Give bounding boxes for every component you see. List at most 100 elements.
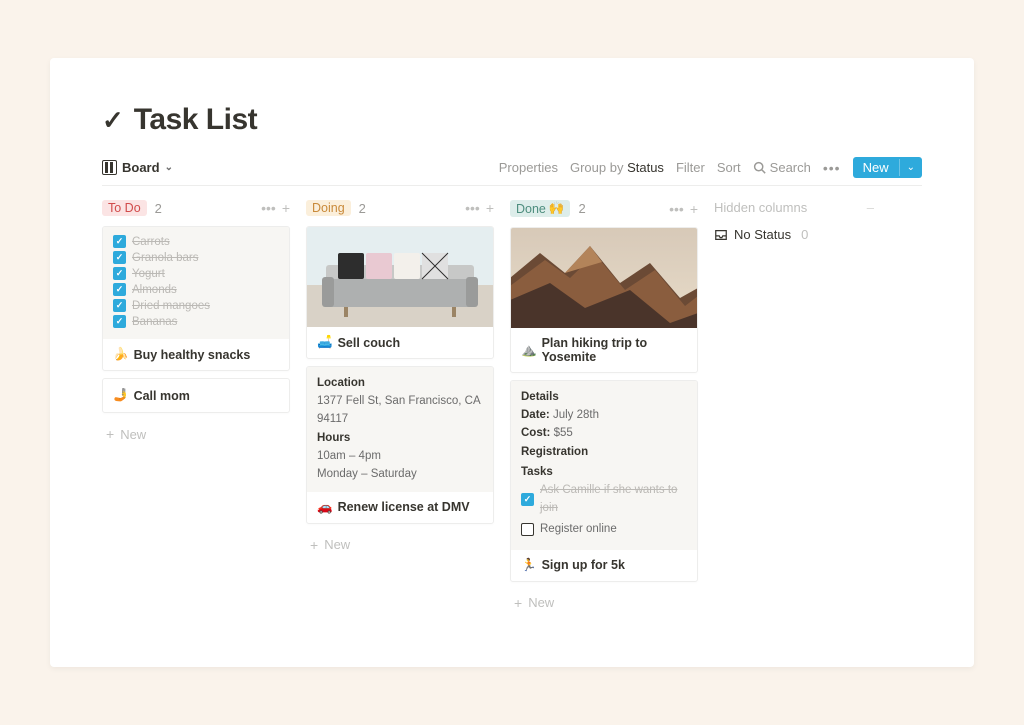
no-status-label: No Status bbox=[734, 227, 791, 242]
detail-label: Registration bbox=[521, 444, 687, 462]
card[interactable]: 🛋️ Sell couch bbox=[306, 226, 494, 359]
board-columns: To Do 2 ••• + Carrots Granola bars Yogur… bbox=[102, 198, 922, 617]
card-emoji: ⛰️ bbox=[521, 343, 537, 358]
group-by-prefix: Group by bbox=[570, 160, 627, 175]
column-header: Doing 2 ••• + bbox=[306, 198, 494, 226]
detail-label: Hours bbox=[317, 430, 483, 448]
app-window: ✓ Task List Board ⌄ Properties Group by … bbox=[50, 58, 974, 667]
detail-text: 1377 Fell St, San Francisco, CA 94117 bbox=[317, 393, 483, 429]
list-item: Almonds bbox=[113, 283, 279, 296]
card-title-row: 🍌 Buy healthy snacks bbox=[103, 339, 289, 370]
card[interactable]: 🤳 Call mom bbox=[102, 378, 290, 413]
search-label: Search bbox=[770, 160, 811, 175]
column-add-button[interactable]: + bbox=[486, 200, 494, 216]
search-icon bbox=[753, 161, 766, 174]
card[interactable]: Details Date: July 28th Cost: $55 Regist… bbox=[510, 380, 698, 582]
new-button[interactable]: New ⌄ bbox=[853, 157, 922, 178]
view-label: Board bbox=[122, 160, 160, 175]
column-count: 2 bbox=[155, 201, 162, 216]
card-emoji: 🛋️ bbox=[317, 335, 333, 350]
hidden-columns-header: Hidden columns – bbox=[714, 198, 874, 227]
card[interactable]: ⛰️ Plan hiking trip to Yosemite bbox=[510, 227, 698, 373]
no-status-group[interactable]: No Status 0 bbox=[714, 227, 874, 242]
hidden-columns: Hidden columns – No Status 0 bbox=[714, 198, 874, 242]
column-tag[interactable]: Doing bbox=[306, 200, 351, 216]
detail-label: Location bbox=[317, 375, 483, 393]
card-title-row: 🤳 Call mom bbox=[103, 379, 289, 412]
column-count: 2 bbox=[359, 201, 366, 216]
list-item: Register online bbox=[521, 521, 687, 539]
chevron-down-icon[interactable]: ⌄ bbox=[899, 159, 922, 176]
card-preview: Details Date: July 28th Cost: $55 Regist… bbox=[511, 381, 697, 550]
card-title-row: 🏃 Sign up for 5k bbox=[511, 550, 697, 581]
chevron-down-icon: ⌄ bbox=[165, 162, 173, 173]
detail-key: Cost: bbox=[521, 427, 550, 439]
column-header: Done 🙌 2 ••• + bbox=[510, 198, 698, 227]
card-title-row: ⛰️ Plan hiking trip to Yosemite bbox=[511, 328, 697, 372]
checkbox-checked-icon bbox=[113, 267, 126, 280]
column-tag[interactable]: To Do bbox=[102, 200, 147, 216]
column-name: Done bbox=[516, 202, 546, 216]
view-selector[interactable]: Board ⌄ bbox=[102, 160, 173, 175]
checkbox-empty-icon bbox=[521, 523, 534, 536]
new-button-label: New bbox=[853, 157, 899, 178]
detail-val: $55 bbox=[554, 427, 573, 439]
detail-text: Date: July 28th bbox=[521, 407, 687, 425]
add-card-label: New bbox=[324, 537, 350, 552]
card[interactable]: Carrots Granola bars Yogurt Almonds Drie… bbox=[102, 226, 290, 371]
checklist-text: Yogurt bbox=[132, 268, 165, 280]
card-title: Buy healthy snacks bbox=[134, 348, 251, 362]
inbox-icon bbox=[714, 228, 728, 242]
list-item: Dried mangoes bbox=[113, 299, 279, 312]
column-tag[interactable]: Done 🙌 bbox=[510, 200, 570, 217]
checklist-text: Bananas bbox=[132, 316, 177, 328]
add-card-label: New bbox=[120, 427, 146, 442]
add-card-button[interactable]: + New bbox=[510, 589, 698, 617]
column-todo: To Do 2 ••• + Carrots Granola bars Yogur… bbox=[102, 198, 290, 448]
checkbox-checked-icon bbox=[113, 283, 126, 296]
group-by-button[interactable]: Group by Status bbox=[570, 160, 664, 175]
add-card-button[interactable]: + New bbox=[102, 420, 290, 448]
add-card-button[interactable]: + New bbox=[306, 531, 494, 559]
page-icon: ✓ bbox=[102, 105, 124, 136]
card-cover-image bbox=[511, 228, 697, 328]
card-emoji: 🤳 bbox=[113, 388, 129, 403]
properties-button[interactable]: Properties bbox=[499, 160, 558, 175]
checklist-text: Carrots bbox=[132, 236, 170, 248]
detail-val: July 28th bbox=[553, 409, 599, 421]
plus-icon: + bbox=[106, 426, 114, 442]
column-add-button[interactable]: + bbox=[690, 201, 698, 217]
column-add-button[interactable]: + bbox=[282, 200, 290, 216]
group-by-value: Status bbox=[627, 160, 664, 175]
card-title: Call mom bbox=[134, 389, 190, 403]
sort-button[interactable]: Sort bbox=[717, 160, 741, 175]
detail-text: Cost: $55 bbox=[521, 425, 687, 443]
search-button[interactable]: Search bbox=[753, 160, 811, 175]
column-more-button[interactable]: ••• bbox=[669, 201, 684, 217]
list-item: Granola bars bbox=[113, 251, 279, 264]
card-emoji: 🚗 bbox=[317, 500, 333, 515]
card-title: Sell couch bbox=[338, 336, 401, 350]
card-preview: Location 1377 Fell St, San Francisco, CA… bbox=[307, 367, 493, 492]
add-card-label: New bbox=[528, 595, 554, 610]
hidden-columns-toggle[interactable]: – bbox=[867, 200, 874, 215]
card[interactable]: Location 1377 Fell St, San Francisco, CA… bbox=[306, 366, 494, 524]
column-more-button[interactable]: ••• bbox=[465, 200, 480, 216]
filter-button[interactable]: Filter bbox=[676, 160, 705, 175]
card-emoji: 🍌 bbox=[113, 347, 129, 362]
checkbox-checked-icon bbox=[113, 315, 126, 328]
checkbox-checked-icon bbox=[113, 235, 126, 248]
board-icon bbox=[102, 160, 117, 175]
detail-key: Date: bbox=[521, 409, 550, 421]
column-count: 2 bbox=[578, 201, 585, 216]
card-title-row: 🚗 Renew license at DMV bbox=[307, 492, 493, 523]
card-cover-image bbox=[307, 227, 493, 327]
page-title[interactable]: Task List bbox=[134, 103, 257, 137]
more-menu-button[interactable]: ••• bbox=[823, 160, 841, 176]
page-header: ✓ Task List bbox=[102, 103, 922, 137]
checklist-text: Ask Camille if she wants to join bbox=[540, 482, 687, 518]
column-more-button[interactable]: ••• bbox=[261, 200, 276, 216]
column-emoji: 🙌 bbox=[549, 201, 565, 216]
detail-text: 10am – 4pm Monday – Saturday bbox=[317, 448, 483, 484]
checkbox-checked-icon bbox=[113, 251, 126, 264]
